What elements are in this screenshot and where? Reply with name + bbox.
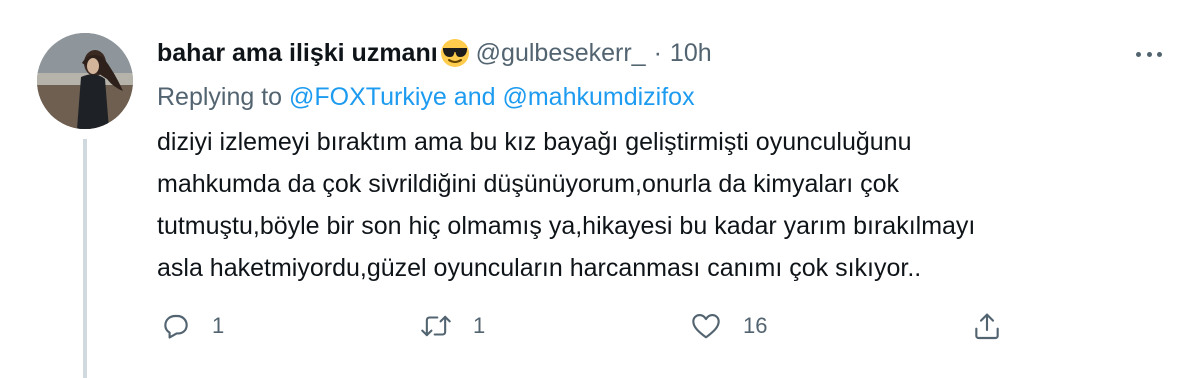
share-button[interactable] <box>971 304 1003 348</box>
tweet-text-line: asla haketmiyordu,güzel oyuncuların harc… <box>157 254 922 282</box>
display-name[interactable]: bahar ama ilişki uzmanı <box>157 38 438 68</box>
heart-icon <box>689 310 723 342</box>
avatar[interactable] <box>37 33 133 129</box>
more-dot <box>1136 51 1141 57</box>
replying-to-line: Replying to @FOXTurkiye and @mahkumdizif… <box>157 82 695 112</box>
reply-button[interactable]: 1 <box>160 304 224 348</box>
replying-user-link[interactable]: @mahkumdizifox <box>502 83 694 111</box>
tweet[interactable]: bahar ama ilişki uzmanı @gulbesekerr_ · … <box>0 0 1202 378</box>
replying-and: and <box>453 83 496 111</box>
more-options-icon[interactable] <box>1133 44 1165 64</box>
like-count: 16 <box>743 313 768 338</box>
smiling-face-with-sunglasses-icon <box>440 38 470 68</box>
tweet-actions: 1 1 16 <box>157 304 1007 348</box>
avatar-photo <box>37 33 133 129</box>
replying-user-link[interactable]: @FOXTurkiye <box>289 83 447 111</box>
replying-prefix: Replying to <box>157 83 283 111</box>
tweet-text: diziyi izlemeyi bıraktım ama bu kız baya… <box>157 121 1157 289</box>
reply-count: 1 <box>212 313 225 338</box>
tweet-text-line: mahkumda da çok sivrildiğini düşünüyorum… <box>157 170 900 198</box>
tweet-text-line: diziyi izlemeyi bıraktım ama bu kız baya… <box>157 128 912 156</box>
timestamp[interactable]: 10h <box>670 38 712 68</box>
reply-icon <box>160 310 192 342</box>
user-handle[interactable]: @gulbesekerr_ <box>476 38 646 68</box>
more-dot <box>1146 51 1152 57</box>
tweet-text-line: tutmuştu,böyle bir son hiç olmamış ya,hi… <box>157 212 976 240</box>
more-dot <box>1157 51 1162 57</box>
header-separator: · <box>653 39 662 67</box>
retweet-button[interactable]: 1 <box>419 304 485 348</box>
retweet-icon <box>419 310 453 342</box>
thread-connector-line <box>83 139 87 378</box>
like-button[interactable]: 16 <box>689 304 767 348</box>
retweet-count: 1 <box>473 313 486 338</box>
share-icon <box>971 310 1003 342</box>
tweet-header: bahar ama ilişki uzmanı @gulbesekerr_ · … <box>157 38 712 68</box>
